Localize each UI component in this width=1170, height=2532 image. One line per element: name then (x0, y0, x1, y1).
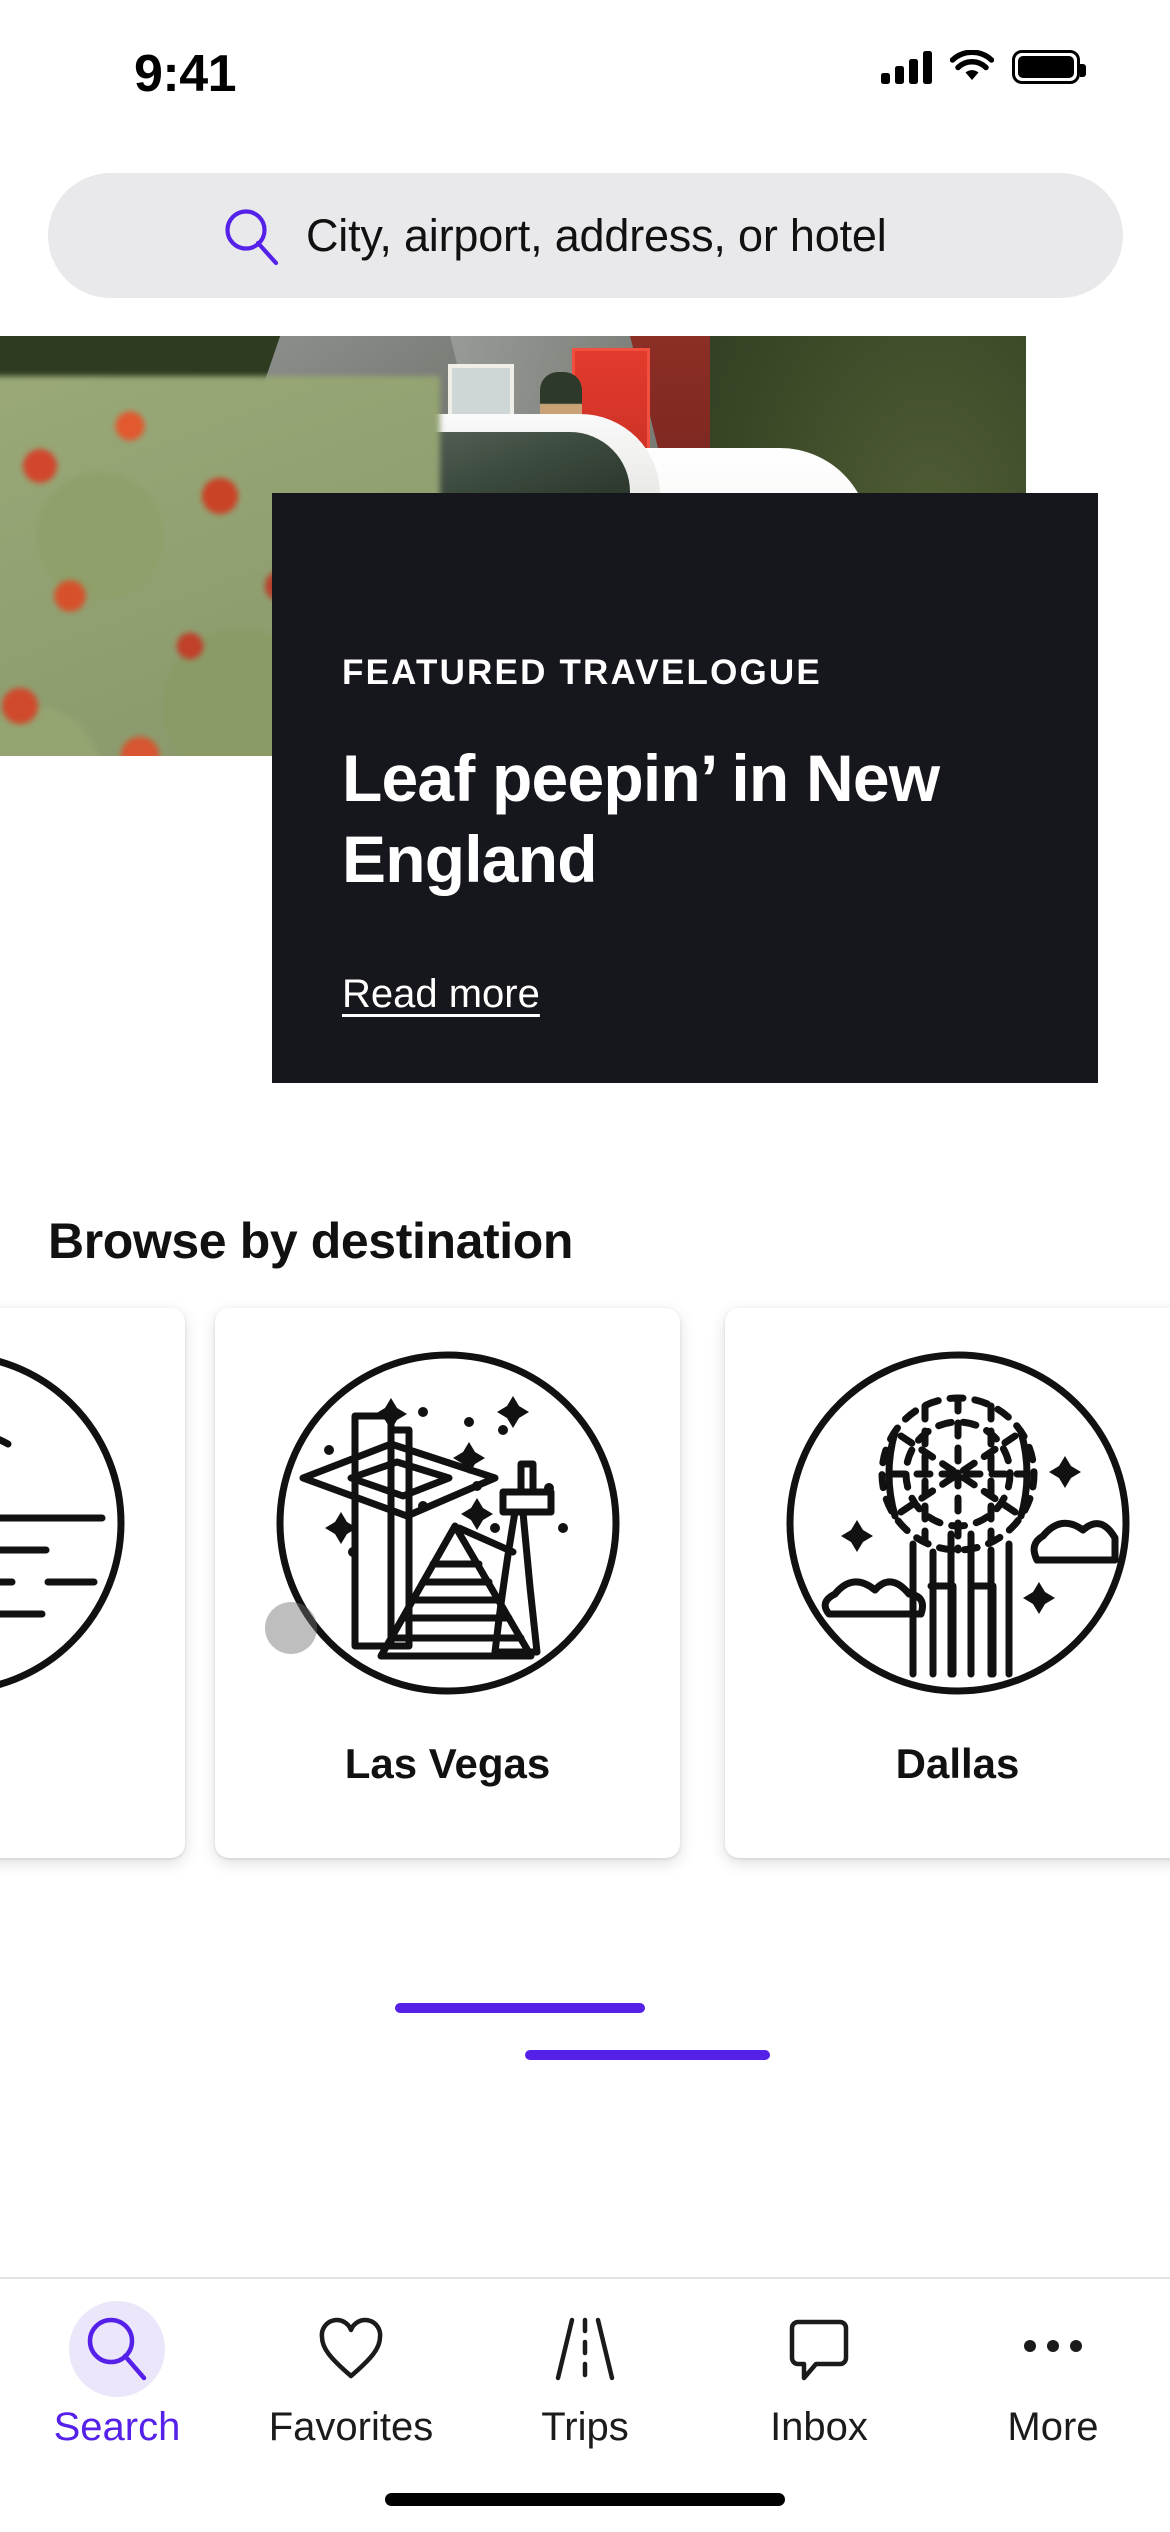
status-bar-clock: 9:41 (134, 45, 237, 103)
featured-title: Leaf peepin’ in New England (342, 741, 940, 896)
search-placeholder: City, airport, address, or hotel (306, 209, 887, 261)
search-icon (69, 2301, 165, 2397)
placeholder-bar (525, 2050, 770, 2060)
placeholder-bar (395, 2003, 645, 2013)
search-header: City, airport, address, or hotel (0, 150, 1170, 335)
destination-card-label: Dallas (895, 1740, 1020, 1787)
destination-card[interactable]: o (0, 1308, 185, 1858)
wifi-icon (950, 50, 994, 80)
road-icon (537, 2301, 633, 2397)
tab-more[interactable]: More (936, 2279, 1170, 2469)
home-indicator[interactable] (385, 2493, 785, 2506)
tab-label: Search (53, 2405, 181, 2449)
search-input[interactable]: City, airport, address, or hotel (48, 173, 1123, 298)
destination-card-label: o (0, 1740, 185, 1788)
las-vegas-skyline-icon (276, 1351, 619, 1695)
featured-travelogue-card[interactable]: FEATURED TRAVELOGUE Leaf peepin’ in New … (272, 493, 1098, 1083)
heart-icon (303, 2301, 399, 2397)
ellipsis-icon (1005, 2301, 1101, 2397)
signal-bars-icon (881, 50, 932, 84)
search-icon (225, 208, 279, 265)
battery-full-icon (1012, 50, 1086, 84)
featured-kicker: FEATURED TRAVELOGUE (342, 653, 822, 692)
tab-trips[interactable]: Trips (468, 2279, 702, 2469)
tab-label: Trips (541, 2405, 629, 2449)
tab-label: Favorites (268, 2405, 434, 2449)
tab-inbox[interactable]: Inbox (702, 2279, 936, 2469)
tab-favorites[interactable]: Favorites (234, 2279, 468, 2469)
dallas-reunion-tower-icon (786, 1351, 1129, 1695)
tab-search[interactable]: Search (0, 2279, 234, 2469)
status-bar: 9:41 (0, 0, 1170, 150)
read-more-link[interactable]: Read more (342, 972, 540, 1017)
status-bar-indicators (881, 50, 1086, 84)
tab-label: Inbox (770, 2405, 868, 2449)
destination-card[interactable]: Dallas (725, 1308, 1170, 1858)
palm-tree-beach-icon (0, 1358, 124, 1688)
section-title-browse-by-destination: Browse by destination (48, 1213, 574, 1269)
touch-indicator (265, 1602, 317, 1654)
destination-card[interactable]: Las Vegas (215, 1308, 680, 1858)
destination-card-carousel[interactable]: o (0, 1308, 1170, 1868)
speech-bubble-icon (771, 2301, 867, 2397)
tab-label: More (1007, 2405, 1099, 2449)
bottom-tab-bar[interactable]: Search Favorites Trips Inbox More (0, 2277, 1170, 2532)
destination-card-label: Las Vegas (344, 1740, 551, 1787)
